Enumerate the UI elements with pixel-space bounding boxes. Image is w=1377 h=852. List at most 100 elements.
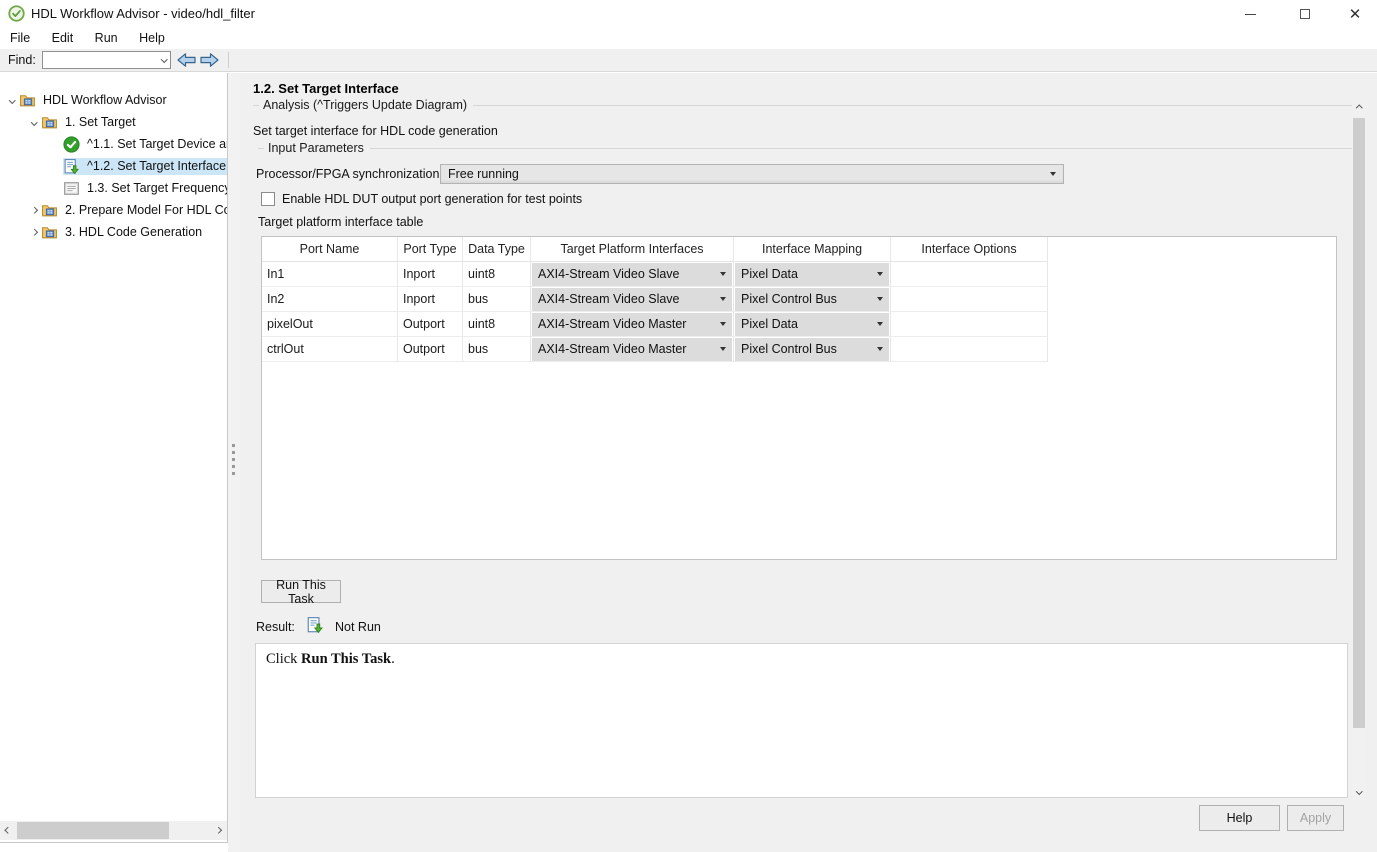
target-interface-dropdown[interactable]: AXI4-Stream Video Slave: [532, 288, 732, 311]
scroll-left-button[interactable]: [0, 821, 17, 840]
chevron-up-icon: [1356, 105, 1362, 111]
chevron-right-icon[interactable]: [27, 230, 41, 235]
workflow-tree-panel: HDL Workflow Advisor 1. Set Target ^1.1.…: [0, 73, 228, 843]
horizontal-scrollbar[interactable]: [0, 821, 227, 840]
interface-options-cell: [891, 312, 1048, 337]
scroll-down-button[interactable]: [1352, 783, 1366, 800]
result-message-pane: Click Run This Task.: [255, 643, 1348, 798]
scroll-up-button[interactable]: [1352, 100, 1366, 117]
tree-item-label: 1.3. Set Target Frequency: [84, 180, 228, 196]
menu-bar: File Edit Run Help: [0, 28, 1377, 49]
vertical-scrollbar-thumb[interactable]: [1353, 118, 1365, 728]
table-header-row: Port Name Port Type Data Type Target Pla…: [262, 237, 1336, 262]
column-header: Target Platform Interfaces: [531, 237, 734, 262]
close-button[interactable]: ✕: [1342, 0, 1368, 28]
panel-splitter[interactable]: [228, 73, 240, 852]
find-next-button[interactable]: [198, 50, 220, 69]
check-passed-icon: [63, 136, 80, 153]
folder-icon: [41, 202, 58, 219]
tree-item-label: HDL Workflow Advisor: [40, 92, 170, 108]
tree-item-3-hdl-code-generation[interactable]: 3. HDL Code Generation: [27, 221, 205, 243]
interface-mapping-dropdown[interactable]: Pixel Control Bus: [735, 288, 889, 311]
run-this-task-button[interactable]: Run This Task: [261, 580, 341, 603]
tree-item-1-1-set-target-device[interactable]: ^1.1. Set Target Device and: [63, 133, 228, 155]
analysis-group: Analysis (^Triggers Update Diagram): [253, 98, 1361, 112]
sync-combobox[interactable]: Free running: [440, 164, 1064, 184]
scroll-right-button[interactable]: [210, 821, 227, 840]
minimize-button[interactable]: [1237, 0, 1263, 28]
close-icon: ✕: [1349, 7, 1362, 22]
column-header: Data Type: [463, 237, 531, 262]
dropdown-arrow-icon: [720, 297, 726, 301]
maximize-button[interactable]: [1292, 0, 1318, 28]
title-bar: HDL Workflow Advisor - video/hdl_filter …: [0, 0, 1377, 28]
hdl-workflow-advisor-window: HDL Workflow Advisor - video/hdl_filter …: [0, 0, 1377, 852]
tree-item-label: 3. HDL Code Generation: [62, 224, 205, 240]
tree-item-1-3-set-target-frequency[interactable]: 1.3. Set Target Frequency: [63, 177, 228, 199]
app-status-icon: [8, 5, 25, 22]
task-description: Set target interface for HDL code genera…: [253, 124, 498, 138]
task-detail-panel: 1.2. Set Target Interface Analysis (^Tri…: [240, 73, 1377, 852]
chevron-down-icon[interactable]: [161, 56, 167, 62]
column-header: Port Type: [398, 237, 463, 262]
tree-item-root[interactable]: HDL Workflow Advisor: [5, 89, 170, 111]
tree-item-2-prepare-model[interactable]: 2. Prepare Model For HDL Code: [27, 199, 228, 221]
sync-value: Free running: [441, 167, 519, 181]
find-input[interactable]: [45, 53, 155, 67]
help-button[interactable]: Help: [1199, 805, 1280, 831]
menu-edit[interactable]: Edit: [43, 28, 83, 49]
dropdown-arrow-icon: [720, 347, 726, 351]
tree-item-1-set-target[interactable]: 1. Set Target: [27, 111, 139, 133]
table-row: In1 Inport uint8 AXI4-Stream Video Slave…: [262, 262, 1336, 287]
dropdown-arrow-icon: [877, 347, 883, 351]
task-not-run-icon: [63, 158, 80, 175]
horizontal-scrollbar-thumb[interactable]: [17, 822, 169, 839]
apply-button: Apply: [1287, 805, 1344, 831]
target-interface-dropdown[interactable]: AXI4-Stream Video Master: [532, 313, 732, 336]
interface-mapping-dropdown[interactable]: Pixel Data: [735, 313, 889, 336]
result-status: Not Run: [335, 620, 381, 634]
chevron-right-icon[interactable]: [27, 208, 41, 213]
dropdown-arrow-icon: [720, 272, 726, 276]
minimize-icon: [1245, 14, 1256, 15]
window-title: HDL Workflow Advisor - video/hdl_filter: [31, 0, 255, 27]
target-interface-dropdown[interactable]: AXI4-Stream Video Slave: [532, 263, 732, 286]
interface-mapping-dropdown[interactable]: Pixel Data: [735, 263, 889, 286]
menu-help[interactable]: Help: [130, 28, 174, 49]
chevron-down-icon[interactable]: [5, 98, 19, 103]
menu-file[interactable]: File: [1, 28, 39, 49]
folder-icon: [41, 114, 58, 131]
column-header: Interface Mapping: [734, 237, 891, 262]
port-type-cell: Inport: [398, 262, 463, 287]
folder-icon: [19, 92, 36, 109]
target-interface-dropdown[interactable]: AXI4-Stream Video Master: [532, 338, 732, 361]
find-label: Find:: [8, 49, 36, 71]
chevron-down-icon[interactable]: [27, 120, 41, 125]
dropdown-arrow-icon: [1050, 172, 1056, 176]
tree-item-label: 1. Set Target: [62, 114, 139, 130]
test-points-checkbox[interactable]: [261, 192, 275, 206]
interface-mapping-dropdown[interactable]: Pixel Control Bus: [735, 338, 889, 361]
find-combobox[interactable]: [42, 51, 171, 69]
menu-run[interactable]: Run: [86, 28, 127, 49]
chevron-right-icon: [215, 827, 221, 833]
find-previous-button[interactable]: [175, 50, 197, 69]
column-header: Port Name: [262, 237, 398, 262]
result-message-bold: Run This Task: [301, 651, 391, 667]
port-name-cell: In2: [262, 287, 398, 312]
port-name-cell: pixelOut: [262, 312, 398, 337]
table-row: ctrlOut Outport bus AXI4-Stream Video Ma…: [262, 337, 1336, 362]
input-parameters-group: Input Parameters: [258, 141, 1361, 155]
dropdown-arrow-icon: [877, 272, 883, 276]
interface-options-cell: [891, 287, 1048, 312]
port-type-cell: Outport: [398, 337, 463, 362]
port-type-cell: Outport: [398, 312, 463, 337]
vertical-scrollbar[interactable]: [1352, 100, 1366, 800]
maximize-icon: [1300, 9, 1310, 19]
folder-icon: [41, 224, 58, 241]
tree-item-1-2-set-target-interface[interactable]: ^1.2. Set Target Interface: [63, 155, 228, 177]
column-header: Interface Options: [891, 237, 1048, 262]
tree-item-label: 2. Prepare Model For HDL Code: [62, 202, 228, 218]
splitter-grip-icon: [232, 440, 235, 479]
target-platform-interface-table: Port Name Port Type Data Type Target Pla…: [261, 236, 1337, 560]
